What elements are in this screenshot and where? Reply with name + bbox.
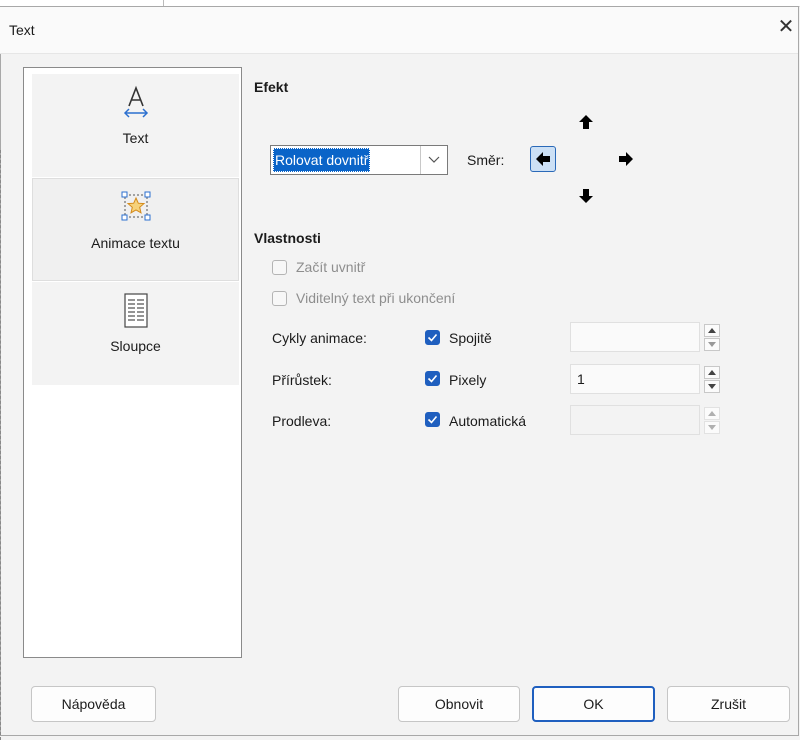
effect-dropdown[interactable]: Rolovat dovnitř bbox=[270, 145, 448, 175]
direction-right-button[interactable] bbox=[613, 146, 639, 172]
spin-up-icon[interactable] bbox=[704, 324, 720, 337]
nav-item-label: Sloupce bbox=[110, 338, 161, 354]
nav-item-text-animation[interactable]: Animace textu bbox=[32, 178, 239, 281]
increment-label: Přírůstek: bbox=[272, 372, 332, 388]
arrow-right-icon bbox=[619, 152, 633, 166]
delay-label: Prodleva: bbox=[272, 413, 332, 429]
spin-down-icon[interactable] bbox=[704, 380, 720, 393]
spin-up-icon[interactable] bbox=[704, 366, 720, 379]
checkmark-icon bbox=[427, 415, 438, 424]
continuous-label: Spojitě bbox=[449, 330, 492, 346]
reset-button[interactable]: Obnovit bbox=[398, 686, 520, 722]
columns-icon bbox=[32, 292, 239, 328]
checkmark-icon bbox=[427, 333, 438, 342]
increment-spinner[interactable] bbox=[704, 364, 722, 394]
pixels-label: Pixely bbox=[449, 372, 487, 388]
delay-input[interactable] bbox=[570, 405, 700, 435]
category-list: Text Animace textu Sloupce bbox=[23, 67, 242, 658]
automatic-label: Automatická bbox=[449, 413, 527, 429]
cancel-button[interactable]: Zrušit bbox=[667, 686, 790, 722]
continuous-checkbox[interactable] bbox=[425, 330, 440, 345]
checkmark-icon bbox=[427, 374, 438, 383]
animation-cycles-label: Cykly animace: bbox=[272, 330, 367, 346]
close-icon[interactable]: ✕ bbox=[775, 16, 797, 38]
direction-up-button[interactable] bbox=[573, 109, 599, 135]
title-bar: Text ✕ bbox=[0, 7, 798, 54]
text-icon bbox=[32, 84, 239, 120]
nav-item-label: Animace textu bbox=[91, 235, 180, 251]
direction-down-button[interactable] bbox=[573, 183, 599, 209]
nav-item-label: Text bbox=[122, 130, 149, 146]
automatic-checkbox[interactable] bbox=[425, 412, 440, 427]
arrow-left-icon bbox=[536, 152, 550, 166]
arrow-up-icon bbox=[579, 115, 593, 129]
spin-down-icon[interactable] bbox=[704, 338, 720, 351]
properties-heading: Vlastnosti bbox=[254, 230, 321, 246]
start-inside-checkbox[interactable] bbox=[272, 260, 287, 275]
chevron-down-icon[interactable] bbox=[420, 146, 447, 174]
animated-star-icon bbox=[33, 189, 238, 225]
direction-left-button[interactable] bbox=[530, 146, 556, 172]
nav-item-columns[interactable]: Sloupce bbox=[32, 282, 239, 385]
visible-on-exit-checkbox[interactable] bbox=[272, 291, 287, 306]
direction-label: Směr: bbox=[467, 152, 505, 168]
arrow-down-icon bbox=[579, 189, 593, 203]
delay-spinner[interactable] bbox=[704, 405, 722, 435]
visible-on-exit-label: Viditelný text při ukončení bbox=[296, 290, 456, 306]
spin-up-icon[interactable] bbox=[704, 407, 720, 420]
ok-button[interactable]: OK bbox=[532, 686, 655, 722]
window-edge bbox=[0, 150, 3, 740]
pixels-checkbox[interactable] bbox=[425, 371, 440, 386]
start-inside-label: Začít uvnitř bbox=[296, 259, 366, 275]
nav-item-text[interactable]: Text bbox=[32, 74, 239, 177]
help-button[interactable]: Nápověda bbox=[31, 686, 156, 722]
animation-cycles-spinner[interactable] bbox=[704, 322, 722, 352]
effect-heading: Efekt bbox=[254, 79, 289, 95]
animation-cycles-input[interactable] bbox=[570, 322, 700, 352]
spin-down-icon[interactable] bbox=[704, 421, 720, 434]
window-title: Text bbox=[9, 22, 35, 38]
increment-input[interactable]: 1 bbox=[570, 364, 700, 394]
effect-dropdown-value: Rolovat dovnitř bbox=[273, 148, 371, 172]
